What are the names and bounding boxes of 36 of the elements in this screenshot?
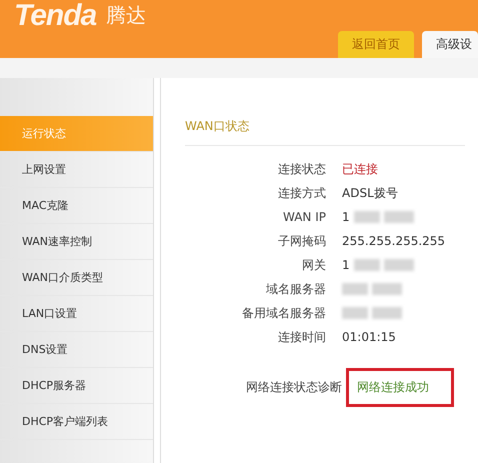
field-label: 备用域名服务器 [241, 304, 326, 322]
field-value: 255.255.255.255 [342, 233, 446, 250]
blurred-value [372, 283, 402, 295]
field-label: 网络连接状态诊断 [245, 379, 342, 396]
field-value: 1 [342, 258, 350, 272]
blurred-value [354, 259, 380, 271]
blurred-value [354, 211, 380, 223]
field-value: 已连接 [342, 160, 379, 178]
field-label: 连接状态 [277, 160, 326, 178]
blurred-value [342, 307, 368, 319]
blurred-value [372, 307, 402, 319]
nav-tab[interactable]: 高级设 [422, 31, 478, 58]
field-label: 网关 [301, 256, 326, 274]
sidebar-item[interactable]: 上网设置 [0, 152, 153, 188]
field-label: 连接时间 [277, 328, 326, 346]
section-title: WAN口状态 [185, 118, 465, 146]
sidebar-item[interactable]: WAN口介质类型 [0, 260, 153, 296]
field-label: 子网掩码 [277, 232, 326, 250]
field-label: 连接方式 [277, 184, 326, 202]
field-label: WAN IP [282, 210, 326, 224]
field-value: 01:01:15 [342, 329, 397, 346]
field-value: 1 [342, 210, 350, 224]
brand-name: 腾达 [106, 2, 146, 29]
blurred-value [342, 283, 368, 295]
field-value: ADSL拨号 [342, 184, 399, 202]
sidebar-item[interactable]: DNS设置 [0, 332, 153, 368]
sidebar-item[interactable]: DHCP客户端列表 [0, 404, 153, 440]
blurred-value [384, 211, 414, 223]
status-value: 网络连接成功 [346, 368, 454, 407]
sidebar-item[interactable]: LAN口设置 [0, 296, 153, 332]
logo: Tenda [14, 0, 96, 32]
sidebar-item[interactable]: MAC克隆 [0, 188, 153, 224]
blurred-value [384, 259, 414, 271]
sidebar-item[interactable]: WAN速率控制 [0, 224, 153, 260]
field-label: 域名服务器 [265, 280, 326, 298]
sidebar-item[interactable]: DHCP服务器 [0, 368, 153, 404]
